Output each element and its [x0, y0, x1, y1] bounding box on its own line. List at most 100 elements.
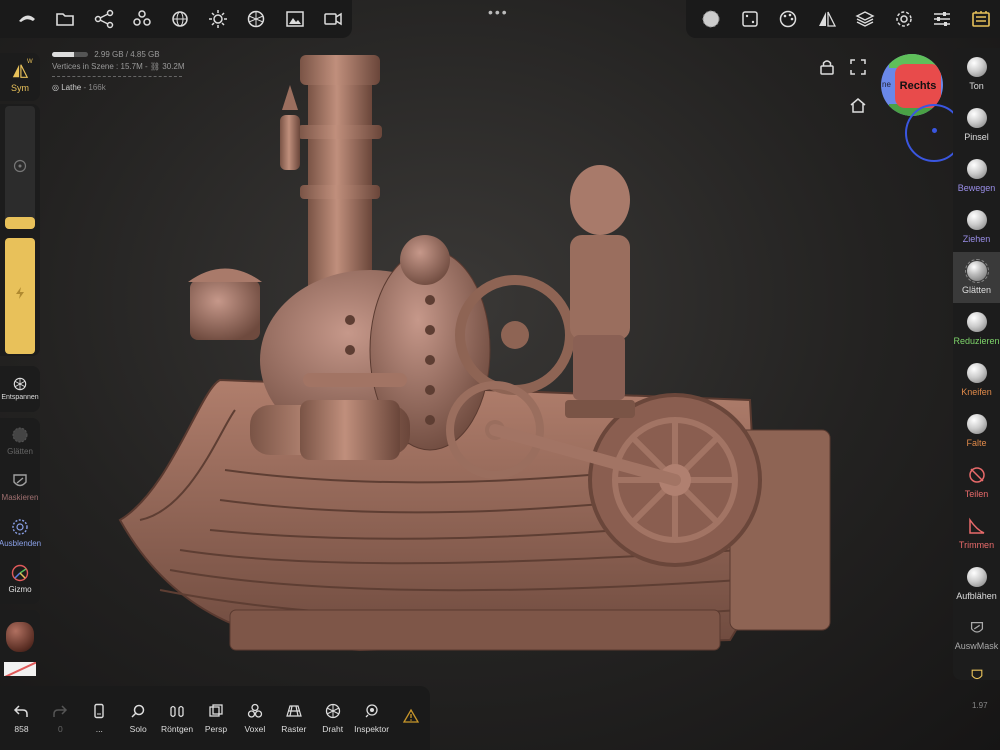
mask-tool[interactable]: Maskieren — [0, 464, 40, 510]
inspector-button[interactable]: Inspektor — [352, 686, 391, 750]
tool-clay[interactable]: Ton — [953, 48, 1000, 99]
device-label: ... — [95, 723, 103, 734]
bottom-toolbar: 858 0 ... Solo Röntgen Persp Voxel Raste… — [0, 686, 430, 750]
tool-move[interactable]: Bewegen — [953, 150, 1000, 201]
tool-trim[interactable]: Trimmen — [953, 507, 1000, 558]
voxel-button[interactable]: Voxel — [235, 686, 274, 750]
object-mesh-icon: ◎ — [52, 83, 59, 92]
tool-more[interactable] — [953, 660, 1000, 680]
tool-label: Ziehen — [962, 233, 991, 244]
palette-icon[interactable] — [769, 0, 808, 38]
smooth-tool[interactable]: Glätten — [0, 418, 40, 464]
color-swatch[interactable] — [4, 662, 36, 676]
undo-icon — [14, 704, 29, 717]
scene-graph-icon[interactable] — [84, 0, 122, 38]
perspective-button[interactable]: Persp — [197, 686, 236, 750]
perspective-label: Persp — [204, 723, 228, 734]
tool-brush[interactable]: Pinsel — [953, 99, 1000, 150]
nomad-logo-icon[interactable] — [8, 0, 46, 38]
wireframe-icon — [325, 703, 340, 718]
wireframe-button[interactable]: Draht — [313, 686, 352, 750]
device-button[interactable]: ... — [80, 686, 119, 750]
radius-slider-fill — [5, 216, 35, 229]
phone-icon — [94, 703, 104, 718]
sliders-icon[interactable] — [923, 0, 962, 38]
inspector-label: Inspektor — [354, 723, 390, 734]
lightning-icon — [16, 287, 24, 299]
vertices-label: Vertices in Szene : — [52, 62, 119, 71]
inflate-icon — [966, 566, 987, 587]
mesh-sphere-icon[interactable] — [161, 0, 199, 38]
home-icon[interactable] — [849, 96, 867, 114]
tool-select-mask[interactable]: AuswMask — [953, 609, 1000, 660]
radius-icon — [13, 159, 27, 173]
relax-icon — [13, 377, 27, 391]
divider — [52, 76, 182, 77]
hide-tool[interactable]: Ausblenden — [0, 510, 41, 556]
tool-label: Aufblähen — [956, 590, 997, 601]
tool-smooth[interactable]: Glätten — [953, 252, 1000, 303]
vertices-row: Vertices in Szene : 15.7M - ⛓ 30.2M — [52, 62, 184, 71]
background-image-icon[interactable] — [276, 0, 314, 38]
memory-bar — [52, 52, 88, 58]
symmetry-icon[interactable] — [808, 0, 847, 38]
left-tool-list: Glätten Maskieren Ausblenden Gizmo — [0, 418, 41, 604]
symmetry-toggle[interactable]: W Sym — [0, 53, 40, 101]
object-count: 166k — [88, 83, 106, 92]
gizmo-label: Gizmo — [8, 585, 32, 594]
camera-video-icon[interactable] — [314, 0, 352, 38]
more-options-dots[interactable]: ••• — [488, 4, 509, 20]
layers-icon[interactable] — [846, 0, 885, 38]
active-object-row[interactable]: ◎ Lathe - 166k — [52, 83, 184, 92]
sculpt-viewport[interactable]: ••• 2.99 GB / 4.85 GB Vertices in Szene … — [0, 0, 1000, 750]
tool-pinch[interactable]: Kneifen — [953, 354, 1000, 405]
radius-slider[interactable] — [5, 106, 35, 229]
settings-icon[interactable] — [885, 0, 924, 38]
fullscreen-icon[interactable] — [849, 58, 867, 76]
search-icon — [131, 704, 145, 718]
undo-button[interactable]: 858 — [2, 686, 41, 750]
redo-button[interactable]: 0 — [41, 686, 80, 750]
solo-button[interactable]: Solo — [119, 686, 158, 750]
tool-split[interactable]: Teilen — [953, 456, 1000, 507]
light-icon[interactable] — [199, 0, 237, 38]
warning-button[interactable] — [391, 686, 430, 750]
trim-icon — [968, 517, 984, 534]
xray-button[interactable]: Röntgen — [158, 686, 197, 750]
tool-label: Reduzieren — [953, 335, 1000, 346]
redo-icon — [53, 704, 68, 717]
drag-icon — [966, 209, 987, 230]
tool-label: AuswMask — [954, 640, 999, 651]
solo-label: Solo — [129, 723, 147, 734]
smooth-label: Glätten — [7, 447, 33, 456]
tool-label: Bewegen — [957, 182, 996, 193]
lock-icon[interactable] — [818, 58, 836, 76]
tool-label: Kneifen — [961, 386, 992, 397]
top-left-toolbar — [0, 0, 352, 38]
tool-flatten[interactable]: Reduzieren — [953, 303, 1000, 354]
tool-inflate[interactable]: Aufblähen — [953, 558, 1000, 609]
tool-crease[interactable]: Falte — [953, 405, 1000, 456]
grid-icon — [285, 704, 302, 717]
sculpt-tools-panel: Ton Pinsel Bewegen Ziehen Glätten Reduzi… — [953, 48, 1000, 680]
relax-button[interactable]: Entspannen — [0, 366, 40, 412]
tool-label: Pinsel — [964, 131, 989, 142]
gizmo-tool[interactable]: Gizmo — [0, 556, 40, 602]
folder-icon[interactable] — [46, 0, 84, 38]
tool-label: Glätten — [961, 284, 992, 295]
intensity-slider[interactable] — [5, 238, 35, 354]
material-sphere-icon[interactable] — [692, 0, 731, 38]
tool-drag[interactable]: Ziehen — [953, 201, 1000, 252]
dice-icon[interactable] — [731, 0, 770, 38]
topology-icon[interactable] — [123, 0, 161, 38]
grid-button[interactable]: Raster — [274, 686, 313, 750]
menu-icon[interactable] — [962, 0, 1000, 38]
grid-label: Raster — [281, 723, 307, 734]
mask-label: Maskieren — [1, 493, 39, 502]
link-icon: ⛓ — [149, 62, 161, 71]
steam-boat-model[interactable] — [110, 50, 850, 680]
more-mask-icon — [971, 669, 982, 680]
material-preview[interactable] — [6, 622, 34, 652]
shading-icon[interactable] — [237, 0, 275, 38]
tool-label: Teilen — [964, 488, 989, 499]
